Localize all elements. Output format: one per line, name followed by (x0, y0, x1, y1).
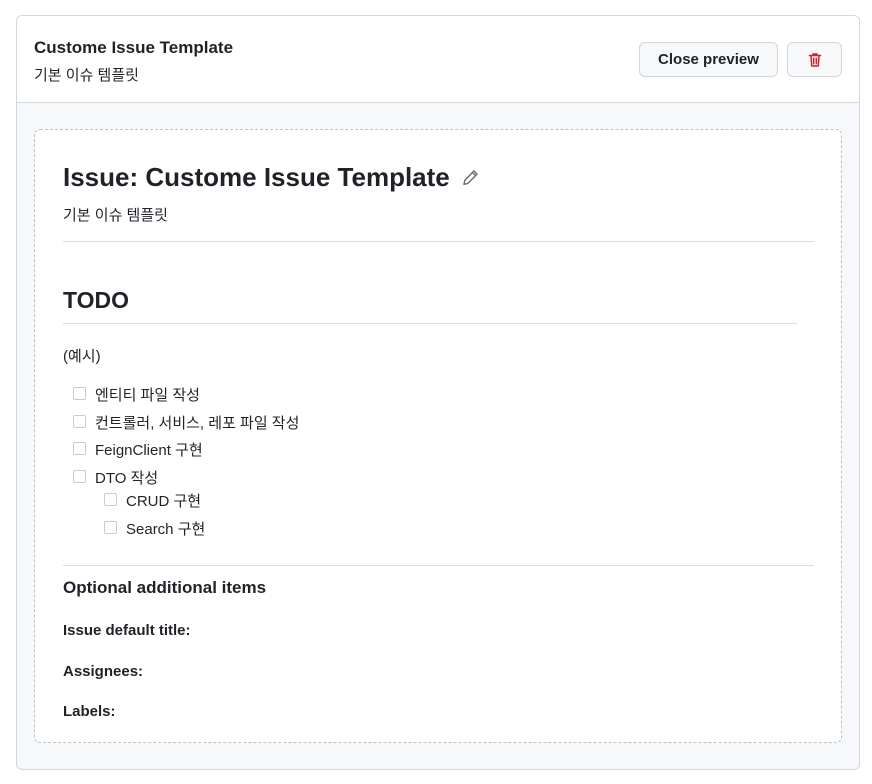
labels-label: Labels: (63, 703, 116, 720)
task-label: 엔티티 파일 작성 (95, 387, 200, 404)
task-label: 컨트롤러, 서비스, 레포 파일 작성 (95, 415, 300, 432)
close-preview-button[interactable]: Close preview (639, 42, 778, 77)
subtask-label: Search 구현 (126, 521, 206, 538)
task-item: FeignClient 구현 (73, 439, 203, 460)
template-name: Custome Issue Template (34, 38, 234, 57)
template-header: Custome Issue Template 기본 이슈 템플릿 Close p… (17, 16, 859, 103)
task-checkbox[interactable] (73, 415, 86, 428)
issue-title: Issue: Custome Issue Template (63, 162, 479, 193)
trash-icon (808, 52, 821, 67)
task-checkbox[interactable] (73, 442, 86, 455)
pencil-icon[interactable] (462, 169, 479, 186)
task-label: DTO 작성 (95, 470, 159, 487)
subtask-item: Search 구현 (104, 518, 205, 539)
optional-items-heading: Optional additional items (63, 578, 267, 597)
subtask-checkbox[interactable] (104, 493, 117, 506)
subtask-label: CRUD 구현 (126, 493, 202, 510)
task-checkbox[interactable] (73, 470, 86, 483)
example-text: (예시) (63, 348, 101, 365)
issue-description: 기본 이슈 템플릿 (63, 207, 168, 224)
task-checkbox[interactable] (73, 387, 86, 400)
divider (63, 565, 814, 566)
assignees-label: Assignees: (63, 663, 144, 680)
task-item: 컨트롤러, 서비스, 레포 파일 작성 (73, 412, 299, 433)
task-item: 엔티티 파일 작성 (73, 384, 200, 405)
template-preview-card: Custome Issue Template 기본 이슈 템플릿 Close p… (16, 15, 860, 770)
divider (63, 241, 814, 242)
issue-preview: Issue: Custome Issue Template 기본 이슈 템플릿 … (34, 129, 842, 743)
subtask-checkbox[interactable] (104, 521, 117, 534)
default-title-label: Issue default title: (63, 622, 191, 639)
subtask-item: CRUD 구현 (104, 490, 201, 511)
heading-underline (63, 323, 797, 324)
todo-heading: TODO (63, 287, 130, 313)
task-item: DTO 작성 (73, 467, 158, 488)
template-about: 기본 이슈 템플릿 (34, 67, 139, 84)
task-label: FeignClient 구현 (95, 442, 203, 459)
delete-template-button[interactable] (787, 42, 842, 77)
issue-title-text: Issue: Custome Issue Template (63, 162, 450, 192)
